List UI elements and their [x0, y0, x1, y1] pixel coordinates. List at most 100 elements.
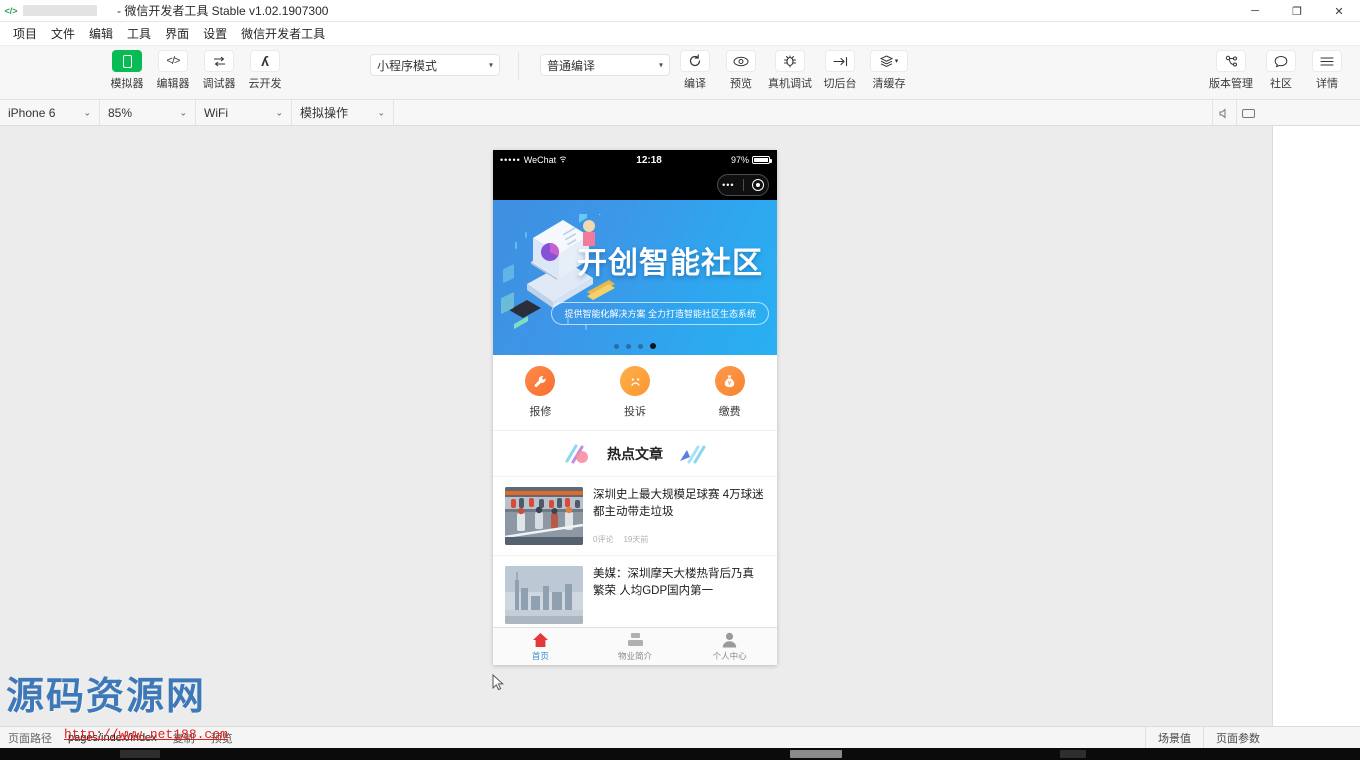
toolbar-clearcache-label: 清缓存	[872, 78, 906, 90]
toolbar-community-label: 社区	[1270, 78, 1292, 90]
window-controls: ─ ❐ ✕	[1234, 0, 1360, 22]
phone-icon	[112, 50, 142, 72]
toolbar-realdevice-debug-button[interactable]: 真机调试	[764, 46, 816, 91]
refresh-icon	[680, 50, 710, 72]
quick-action-repair[interactable]: 报修	[493, 355, 588, 430]
toolbar-compile-button[interactable]: 编译	[672, 46, 718, 91]
chevron-down-icon: ▾	[894, 58, 899, 65]
quick-action-payment[interactable]: ¥ 缴费	[682, 355, 777, 430]
article-body: 深圳史上最大规模足球赛 4万球迷都主动带走垃圾 0评论 19天前	[593, 487, 765, 545]
mouse-cursor	[492, 674, 504, 691]
chevron-down-icon: ⌄	[377, 107, 385, 117]
home-banner[interactable]: 开创智能社区 提供智能化解决方案 全力打造智能社区生态系统	[493, 200, 777, 355]
toolbar-editor-label: 编辑器	[156, 78, 190, 90]
taskbar-item-active[interactable]	[790, 750, 842, 758]
eye-icon	[726, 50, 756, 72]
banner-title: 开创智能社区	[577, 246, 763, 281]
tab-profile[interactable]: 个人中心	[682, 628, 777, 665]
toolbar-preview-label: 预览	[730, 78, 752, 90]
article-title: 深圳史上最大规模足球赛 4万球迷都主动带走垃圾	[593, 489, 764, 518]
menu-item-edit[interactable]: 编辑	[82, 23, 120, 44]
toolbar-simulator-button[interactable]: 模拟器	[104, 46, 150, 91]
mode-select[interactable]: 小程序模式 ▾	[370, 54, 500, 76]
simulate-select[interactable]: 模拟操作 ⌄	[292, 99, 394, 126]
menu-item-settings[interactable]: 设置	[196, 23, 234, 44]
banner-dot[interactable]	[626, 343, 631, 349]
target-circle-icon[interactable]	[751, 179, 764, 191]
banner-dot[interactable]	[638, 343, 643, 349]
compile-mode-select[interactable]: 普通编译 ▾	[540, 54, 670, 76]
wechat-capsule[interactable]: •••	[717, 174, 769, 196]
status-time: 12:18	[636, 154, 662, 166]
phone-simulator[interactable]: ••••• WeChat 12:18 97% ••• 开创智能社区 提供智能化解…	[493, 150, 777, 665]
switch-background-icon	[825, 50, 855, 72]
toolbar-editor-button[interactable]: </> 编辑器	[150, 46, 196, 91]
menu-item-tools[interactable]: 工具	[120, 23, 158, 44]
page-params-button[interactable]: 页面参数	[1203, 727, 1272, 748]
device-model-select[interactable]: iPhone 6 ⌄	[0, 99, 100, 126]
tab-home-label: 首页	[531, 651, 549, 661]
banner-dots[interactable]	[614, 343, 656, 349]
phone-nav-area: •••	[493, 170, 777, 200]
article-item[interactable]: 深圳史上最大规模足球赛 4万球迷都主动带走垃圾 0评论 19天前	[493, 477, 777, 556]
toolbar-clouddev-label: 云开发	[248, 78, 282, 90]
toolbar-realdevice-debug-label: 真机调试	[768, 78, 812, 90]
menu-item-file[interactable]: 文件	[44, 23, 82, 44]
phone-status-bar: ••••• WeChat 12:18 97%	[493, 150, 777, 170]
os-taskbar	[0, 748, 1360, 760]
scene-value-button[interactable]: 场景值	[1145, 727, 1203, 748]
zoom-select[interactable]: 85% ⌄	[100, 99, 196, 126]
preview-path-button[interactable]: 预览	[203, 730, 241, 746]
zoom-value: 85%	[108, 105, 133, 120]
toolbar-community-button[interactable]: 社区	[1258, 46, 1304, 91]
app-logo-icon: </>	[4, 5, 18, 16]
tab-home[interactable]: 首页	[493, 628, 588, 665]
branch-icon	[1216, 50, 1246, 72]
toolbar-compile-label: 编译	[684, 78, 706, 90]
banner-dot[interactable]	[614, 343, 619, 349]
tab-property[interactable]: 物业简介	[588, 628, 683, 665]
title-redacted-area	[23, 5, 97, 16]
code-icon: </>	[158, 50, 188, 72]
toolbar-preview-button[interactable]: 预览	[718, 46, 764, 91]
article-item[interactable]: 美媒：深圳摩天大楼热背后乃真繁荣 人均GDP国内第一	[493, 556, 777, 635]
toolbar-details-button[interactable]: 详情	[1304, 46, 1350, 91]
layers-icon: ▾	[870, 50, 908, 72]
money-bag-icon: ¥	[714, 366, 745, 396]
article-time: 19天前	[623, 535, 649, 544]
quick-action-complaint[interactable]: 投诉	[588, 355, 683, 430]
toolbar-clearcache-button[interactable]: ▾ 清缓存	[864, 46, 914, 91]
copy-path-button[interactable]: 复制	[165, 730, 203, 746]
volume-icon[interactable]	[1212, 100, 1236, 126]
taskbar-item[interactable]	[120, 750, 160, 758]
chevron-down-icon: ⌄	[179, 107, 187, 117]
device-model-value: iPhone 6	[8, 105, 56, 120]
toolbar-clouddev-button[interactable]: ʎ 云开发	[242, 46, 288, 91]
battery-icon	[752, 156, 772, 164]
bug-icon	[775, 50, 805, 72]
restore-button[interactable]: ❐	[1276, 0, 1318, 22]
status-right-group: 场景值 页面参数	[1145, 727, 1272, 748]
taskbar-item[interactable]	[1060, 750, 1086, 758]
chat-bubble-icon	[1266, 50, 1296, 72]
banner-dot-active[interactable]	[650, 343, 656, 349]
quick-action-repair-label: 报修	[529, 406, 552, 418]
toolbar-version-button[interactable]: 版本管理	[1204, 46, 1258, 91]
simulate-value: 模拟操作	[300, 106, 349, 120]
menu-item-project[interactable]: 项目	[6, 23, 44, 44]
banner-subtitle: 提供智能化解决方案 全力打造智能社区生态系统	[551, 302, 769, 325]
toolbar-debugger-button[interactable]: 调试器	[196, 46, 242, 91]
article-thumbnail	[505, 487, 583, 545]
more-dots-icon[interactable]: •••	[722, 180, 734, 190]
minimize-button[interactable]: ─	[1234, 0, 1276, 22]
menu-bar: 项目 文件 编辑 工具 界面 设置 微信开发者工具	[0, 22, 1360, 46]
city-skyline-photo	[505, 566, 583, 624]
menu-item-devtools[interactable]: 微信开发者工具	[234, 23, 332, 44]
network-select[interactable]: WiFi ⌄	[196, 99, 292, 126]
menu-item-interface[interactable]: 界面	[158, 23, 196, 44]
screen-icon[interactable]	[1236, 100, 1260, 126]
close-button[interactable]: ✕	[1318, 0, 1360, 22]
toolbar-simulator-label: 模拟器	[110, 78, 144, 90]
toolbar-background-button[interactable]: 切后台	[816, 46, 864, 91]
toolbar-version-label: 版本管理	[1209, 78, 1253, 90]
